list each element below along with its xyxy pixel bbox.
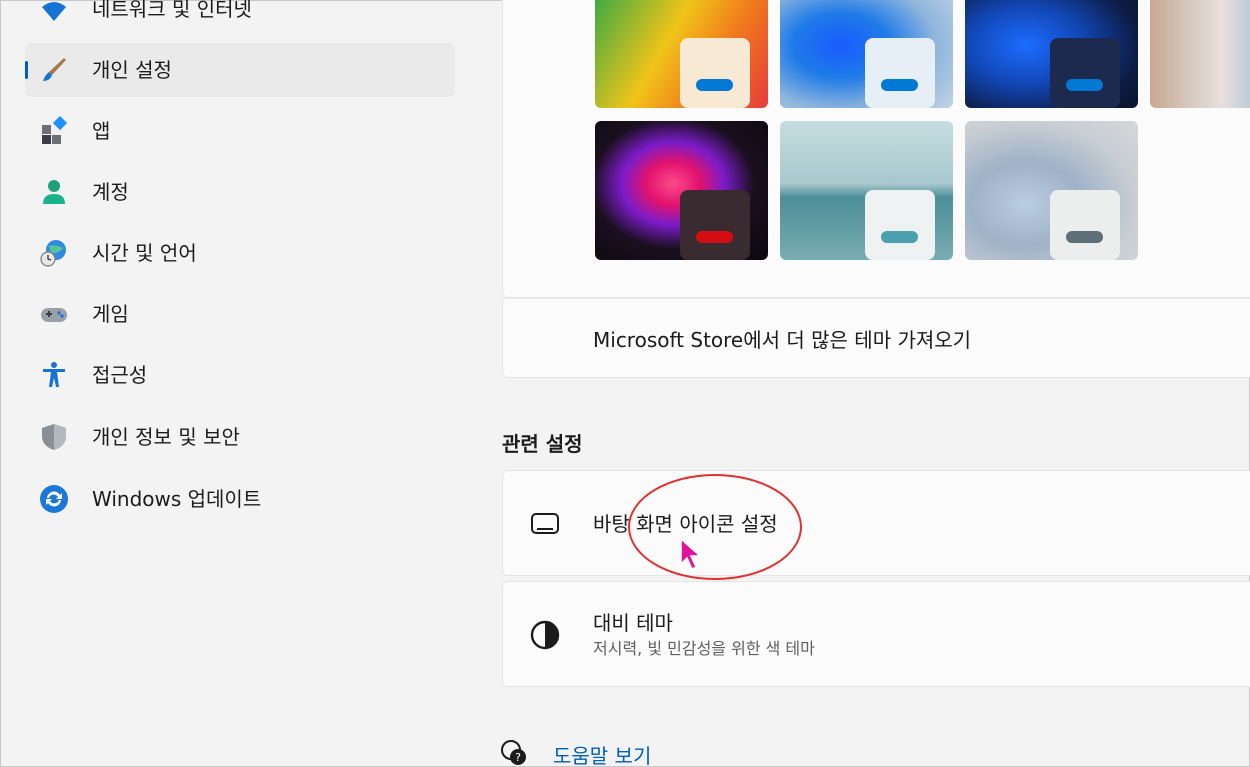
sidebar-item-label: Windows 업데이트 — [92, 487, 262, 511]
theme-tile-flow[interactable] — [965, 121, 1138, 260]
accessibility-icon — [43, 362, 65, 387]
get-help-label: 도움말 보기 — [553, 744, 652, 767]
apps-icon — [42, 116, 68, 144]
svg-text:?: ? — [515, 751, 521, 764]
desktop-icon-settings-row[interactable]: 바탕 화면 아이콘 설정 — [502, 470, 1250, 576]
active-indicator — [25, 61, 28, 79]
theme-tile-captured-motion[interactable] — [780, 121, 953, 260]
sidebar-item-accessibility[interactable]: 접근성 — [25, 348, 455, 402]
contrast-themes-title: 대비 테마 — [593, 611, 673, 635]
sidebar-item-windows-update[interactable]: Windows 업데이트 — [25, 472, 455, 526]
contrast-icon — [530, 620, 560, 650]
sidebar-item-label: 네트워크 및 인터넷 — [92, 0, 252, 21]
section-title-related-settings: 관련 설정 — [502, 432, 583, 456]
sidebar-item-label: 개인 설정 — [92, 58, 172, 82]
sidebar-item-time-language[interactable]: 시간 및 언어 — [25, 226, 455, 280]
theme-tile-bloom-dark[interactable] — [965, 0, 1138, 108]
get-more-themes-label: Microsoft Store에서 더 많은 테마 가져오기 — [593, 328, 972, 352]
paintbrush-icon — [43, 58, 66, 81]
contrast-themes-subtitle: 저시력, 빛 민감성을 위한 색 테마 — [593, 639, 815, 658]
sidebar-item-label: 계정 — [92, 180, 129, 204]
sidebar-item-label: 시간 및 언어 — [92, 241, 197, 265]
sidebar-item-label: 개인 정보 및 보안 — [92, 425, 240, 449]
sidebar-item-personalization[interactable]: 개인 설정 — [25, 43, 455, 97]
theme-tile-bloom-light[interactable] — [780, 0, 953, 108]
contrast-themes-row[interactable]: 대비 테마 저시력, 빛 민감성을 위한 색 테마 — [502, 581, 1250, 687]
theme-tile-colorful[interactable] — [595, 0, 768, 108]
globe-clock-icon — [40, 240, 66, 267]
sidebar-item-label: 앱 — [92, 119, 111, 143]
sidebar-item-apps[interactable]: 앱 — [25, 104, 455, 158]
person-icon — [43, 180, 65, 204]
sidebar-item-privacy[interactable]: 개인 정보 및 보안 — [25, 410, 455, 464]
theme-tile-glow[interactable] — [595, 121, 768, 260]
sidebar-item-label: 접근성 — [92, 363, 148, 387]
sidebar-item-accounts[interactable]: 계정 — [25, 165, 455, 219]
help-chat-icon: ? — [501, 740, 526, 765]
shield-icon — [42, 424, 66, 450]
gamepad-icon — [41, 308, 67, 322]
monitor-icon — [531, 513, 559, 534]
desktop-icon-settings-title: 바탕 화면 아이콘 설정 — [593, 512, 778, 536]
get-more-themes-link[interactable]: Microsoft Store에서 더 많은 테마 가져오기 — [502, 298, 1250, 378]
theme-tile-flower-photo[interactable] — [1150, 0, 1250, 108]
sidebar-item-network[interactable]: 네트워크 및 인터넷 — [25, 0, 455, 36]
sidebar-item-gaming[interactable]: 게임 — [25, 287, 455, 341]
sidebar-item-label: 게임 — [92, 302, 129, 326]
wifi-icon — [42, 2, 66, 21]
sync-icon — [40, 485, 68, 513]
